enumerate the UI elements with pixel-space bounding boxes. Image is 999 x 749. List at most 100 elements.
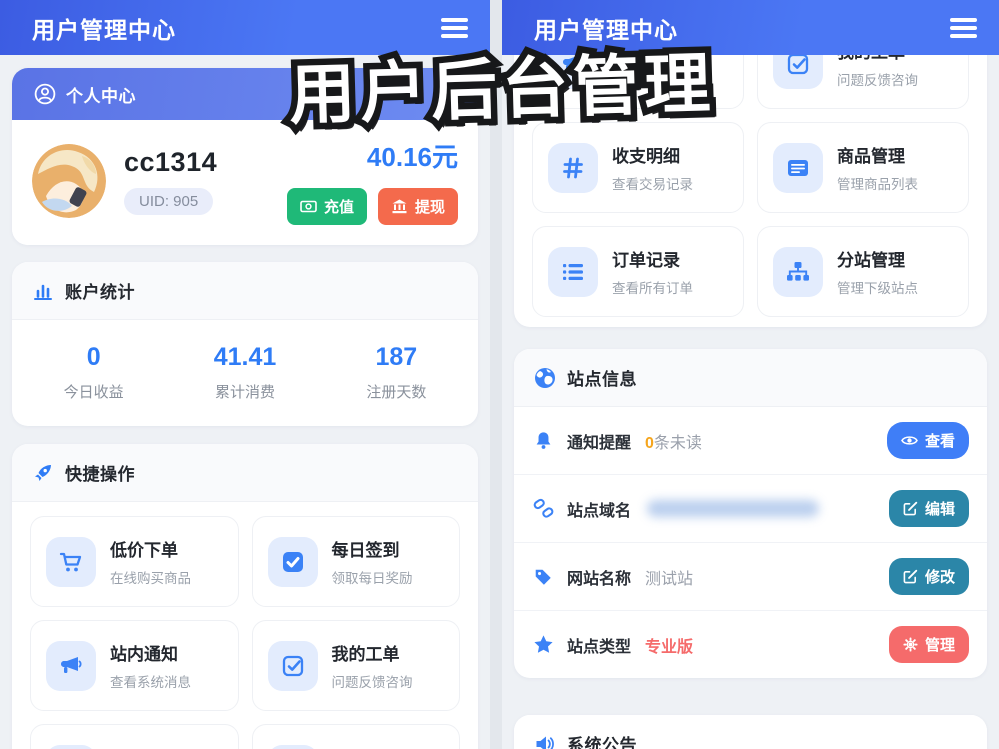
- personal-center-header: 个人中心: [12, 68, 478, 120]
- row-label: 通知提醒: [567, 434, 632, 452]
- modify-sitename-button[interactable]: 修改: [888, 558, 969, 595]
- quick-item-transactions[interactable]: 收支明细 查看交易记录: [532, 122, 744, 213]
- app-header: 用户管理中心: [502, 0, 999, 55]
- quick-item-my-tickets[interactable]: 我的工单 问题反馈咨询: [251, 620, 460, 711]
- quick-item-title: 低价下单: [110, 541, 178, 560]
- quick-item-title: 订单记录: [612, 251, 680, 270]
- table-icon: [267, 744, 318, 749]
- quick-item-goods-manage[interactable]: 商品管理 管理商品列表: [251, 724, 460, 749]
- edit-icon: [903, 569, 918, 584]
- quick-item-title: 收支明细: [110, 744, 191, 749]
- quick-item-substation-manage[interactable]: 分站管理 管理下级站点: [757, 226, 969, 317]
- megaphone-icon: [46, 640, 96, 691]
- personal-center-title: 个人中心: [66, 86, 136, 106]
- bar-chart-icon: [32, 280, 54, 302]
- quick-item-daily-signin[interactable]: 每日签到 领取每日奖励: [251, 516, 460, 607]
- quick-item-site-notice[interactable]: 站内通知 查看系统消息: [30, 620, 239, 711]
- quick-item-desc: 查看系统消息: [612, 73, 693, 88]
- user-circle-icon: [34, 83, 56, 105]
- table-icon: [773, 142, 823, 193]
- site-info-header: 站点信息: [514, 349, 987, 407]
- row-label: 网站名称: [567, 570, 632, 588]
- stat-total-spend: 41.41 累计消费: [169, 343, 320, 402]
- system-announcement-title: 系统公告: [567, 736, 637, 749]
- quick-item-title: 我的工单: [331, 645, 400, 664]
- system-announcement-header: 系统公告: [514, 715, 987, 749]
- site-row-sitetype: 站点类型 专业版 管理: [514, 610, 987, 678]
- menu-icon[interactable]: [950, 17, 977, 38]
- unread-suffix: 条未读: [653, 434, 702, 452]
- globe-icon: [534, 367, 556, 389]
- left-phone-panel: 用户管理中心 个人中心 cc1314 UID: 905 40.16元 充值 提现…: [0, 0, 490, 749]
- quick-item-cheap-order[interactable]: 低价下单 在线购买商品: [30, 516, 239, 607]
- site-row-notifications: 通知提醒 0条未读 查看: [514, 407, 987, 474]
- cart-icon: [46, 536, 96, 587]
- view-notifications-button[interactable]: 查看: [886, 422, 969, 459]
- speaker-icon: [534, 733, 556, 749]
- site-type-value: 专业版: [645, 638, 694, 656]
- unread-count: 0: [645, 434, 654, 452]
- edit-domain-button[interactable]: 编辑: [888, 490, 969, 527]
- recharge-button[interactable]: 充值: [286, 188, 367, 225]
- withdraw-label: 提现: [414, 199, 445, 216]
- button-label: 管理: [924, 637, 955, 654]
- quick-item-desc: 管理下级站点: [837, 281, 918, 296]
- quick-item-desc: 问题反馈咨询: [837, 73, 918, 88]
- app-title: 用户管理中心: [534, 16, 678, 43]
- quick-actions-header: 快捷操作: [12, 444, 478, 502]
- quick-item-desc: 在线购买商品: [110, 571, 191, 586]
- quick-item-title: 商品管理: [837, 147, 905, 166]
- sitemap-icon: [773, 246, 823, 297]
- quick-item-order-records[interactable]: 订单记录 查看所有订单: [532, 226, 744, 317]
- quick-item-transactions[interactable]: 收支明细 查看交易记录: [30, 724, 239, 749]
- edit-icon: [903, 501, 918, 516]
- hashtag-icon: [46, 744, 96, 749]
- user-identity: cc1314 UID: 905: [124, 147, 217, 215]
- tag-icon: [532, 567, 554, 587]
- quick-item-desc: 管理商品列表: [837, 177, 918, 192]
- site-domain-blurred-value: [647, 500, 820, 517]
- avatar: [32, 144, 106, 218]
- quick-grid: 低价下单 在线购买商品 每日签到 领取每日奖励 站内通知 查看系统消息 我的工单…: [12, 502, 478, 749]
- manage-sitetype-button[interactable]: 管理: [888, 626, 969, 663]
- personal-center-card: 个人中心 cc1314 UID: 905 40.16元 充值 提现: [12, 68, 478, 245]
- quick-item-title: 商品管理: [332, 744, 413, 749]
- stat-register-days: 187 注册天数: [321, 343, 472, 402]
- balance-amount: 40.16元: [366, 142, 458, 172]
- stat-value: 41.41: [213, 343, 277, 371]
- stats-row: 0 今日收益 41.41 累计消费 187 注册天数: [12, 320, 478, 426]
- site-row-domain: 站点域名 编辑: [514, 474, 987, 542]
- username: cc1314: [124, 147, 218, 177]
- app-header: 用户管理中心: [0, 0, 490, 55]
- quick-item-desc: 查看所有订单: [612, 281, 693, 296]
- site-info-title: 站点信息: [567, 370, 637, 389]
- account-stats-header: 账户统计: [12, 262, 478, 320]
- account-stats-title: 账户统计: [65, 283, 135, 302]
- quick-item-desc: 查看系统消息: [110, 675, 191, 690]
- list-icon: [548, 246, 598, 297]
- link-icon: [532, 498, 554, 519]
- stat-label: 今日收益: [63, 384, 124, 401]
- rocket-icon: [32, 462, 54, 484]
- menu-icon[interactable]: [441, 17, 468, 38]
- bank-icon: [391, 198, 408, 215]
- recharge-label: 充值: [323, 199, 354, 216]
- quick-item-title: 分站管理: [837, 251, 905, 270]
- site-info-card: 站点信息 通知提醒 0条未读 查看 站点域名 编辑 网站名称 测试站 修改 站点…: [514, 349, 987, 678]
- quick-item-title: 站内通知: [110, 645, 178, 664]
- withdraw-button[interactable]: 提现: [377, 188, 458, 225]
- site-name-value: 测试站: [645, 570, 694, 588]
- uid-badge: UID: 905: [124, 188, 214, 215]
- button-label: 编辑: [924, 501, 955, 518]
- hashtag-icon: [548, 142, 598, 193]
- right-phone-panel: 用户管理中心 站内通知 查看系统消息: [502, 0, 999, 749]
- balance-block: 40.16元 充值 提现: [286, 137, 458, 225]
- quick-item-goods-manage[interactable]: 商品管理 管理商品列表: [757, 122, 969, 213]
- account-stats-card: 账户统计 0 今日收益 41.41 累计消费 187 注册天数: [12, 262, 478, 426]
- row-label: 站点类型: [567, 638, 632, 656]
- quick-actions-title: 快捷操作: [65, 465, 135, 484]
- gear-icon: [903, 637, 918, 652]
- stat-label: 累计消费: [214, 384, 275, 401]
- stat-value: 0: [86, 343, 101, 371]
- banknote-icon: [300, 198, 317, 215]
